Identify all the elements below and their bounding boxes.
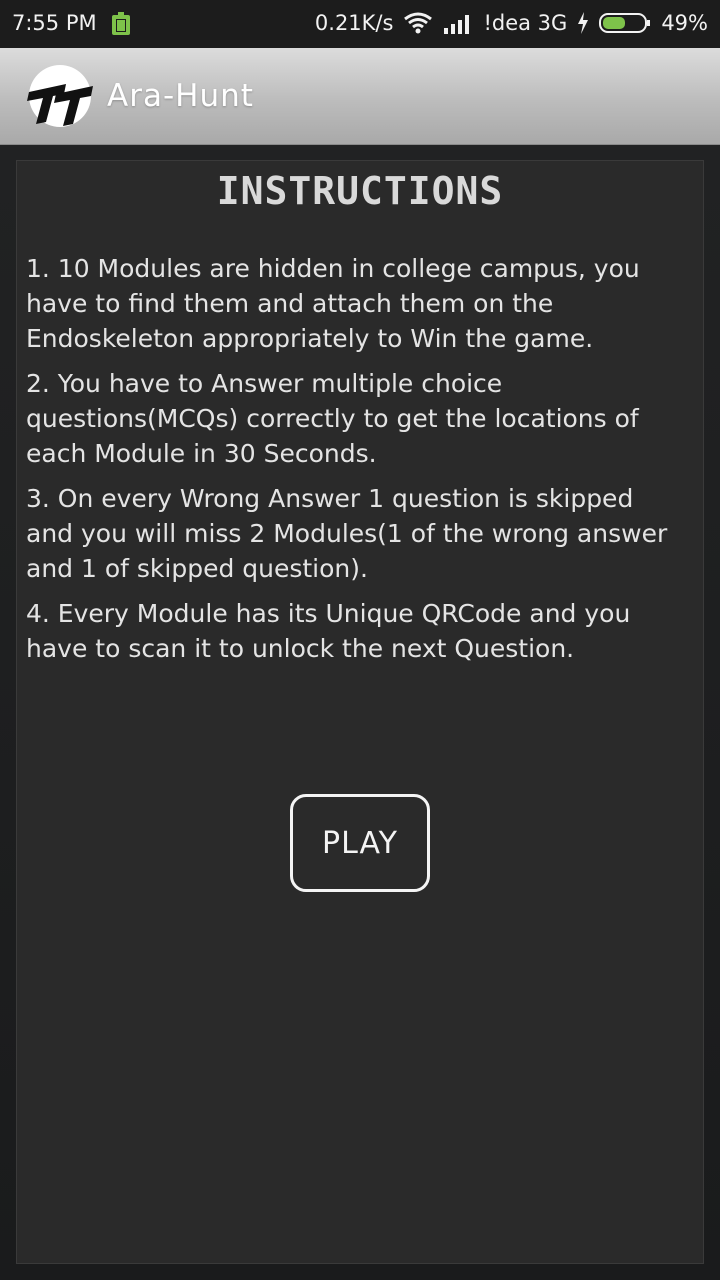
signal-icon [443, 12, 473, 34]
battery-icon [599, 12, 651, 34]
charging-bolt-icon [577, 12, 589, 34]
app-bar: Ara-Hunt [0, 48, 720, 145]
battery-percent: 49% [661, 11, 708, 35]
instruction-item: 1. 10 Modules are hidden in college camp… [26, 254, 640, 353]
network-speed: 0.21K/s [314, 11, 394, 35]
status-right: 0.21K/s !dea 3G 49% [315, 11, 708, 35]
screen: 7:55 PM 0.21K/s !dea 3G 49% Ara-Hunt INS… [0, 0, 720, 1280]
status-bar: 7:55 PM 0.21K/s !dea 3G 49% [0, 0, 720, 48]
app-title: Ara-Hunt [107, 78, 254, 114]
instruction-item: 3. On every Wrong Answer 1 question is s… [26, 484, 668, 583]
play-button[interactable]: PLAY [290, 794, 430, 892]
instruction-item: 2. You have to Answer multiple choice qu… [26, 369, 639, 468]
wifi-icon [403, 12, 433, 34]
tt-logo-icon [27, 65, 93, 127]
instructions-list: 1. 10 Modules are hidden in college camp… [26, 251, 686, 676]
battery-saver-icon [112, 12, 130, 35]
status-time: 7:55 PM [12, 11, 97, 35]
instructions-panel: INSTRUCTIONS 1. 10 Modules are hidden in… [16, 160, 704, 1264]
page-title: INSTRUCTIONS [216, 169, 504, 213]
instruction-item: 4. Every Module has its Unique QRCode an… [26, 599, 631, 663]
carrier-name: !dea 3G [483, 11, 568, 35]
